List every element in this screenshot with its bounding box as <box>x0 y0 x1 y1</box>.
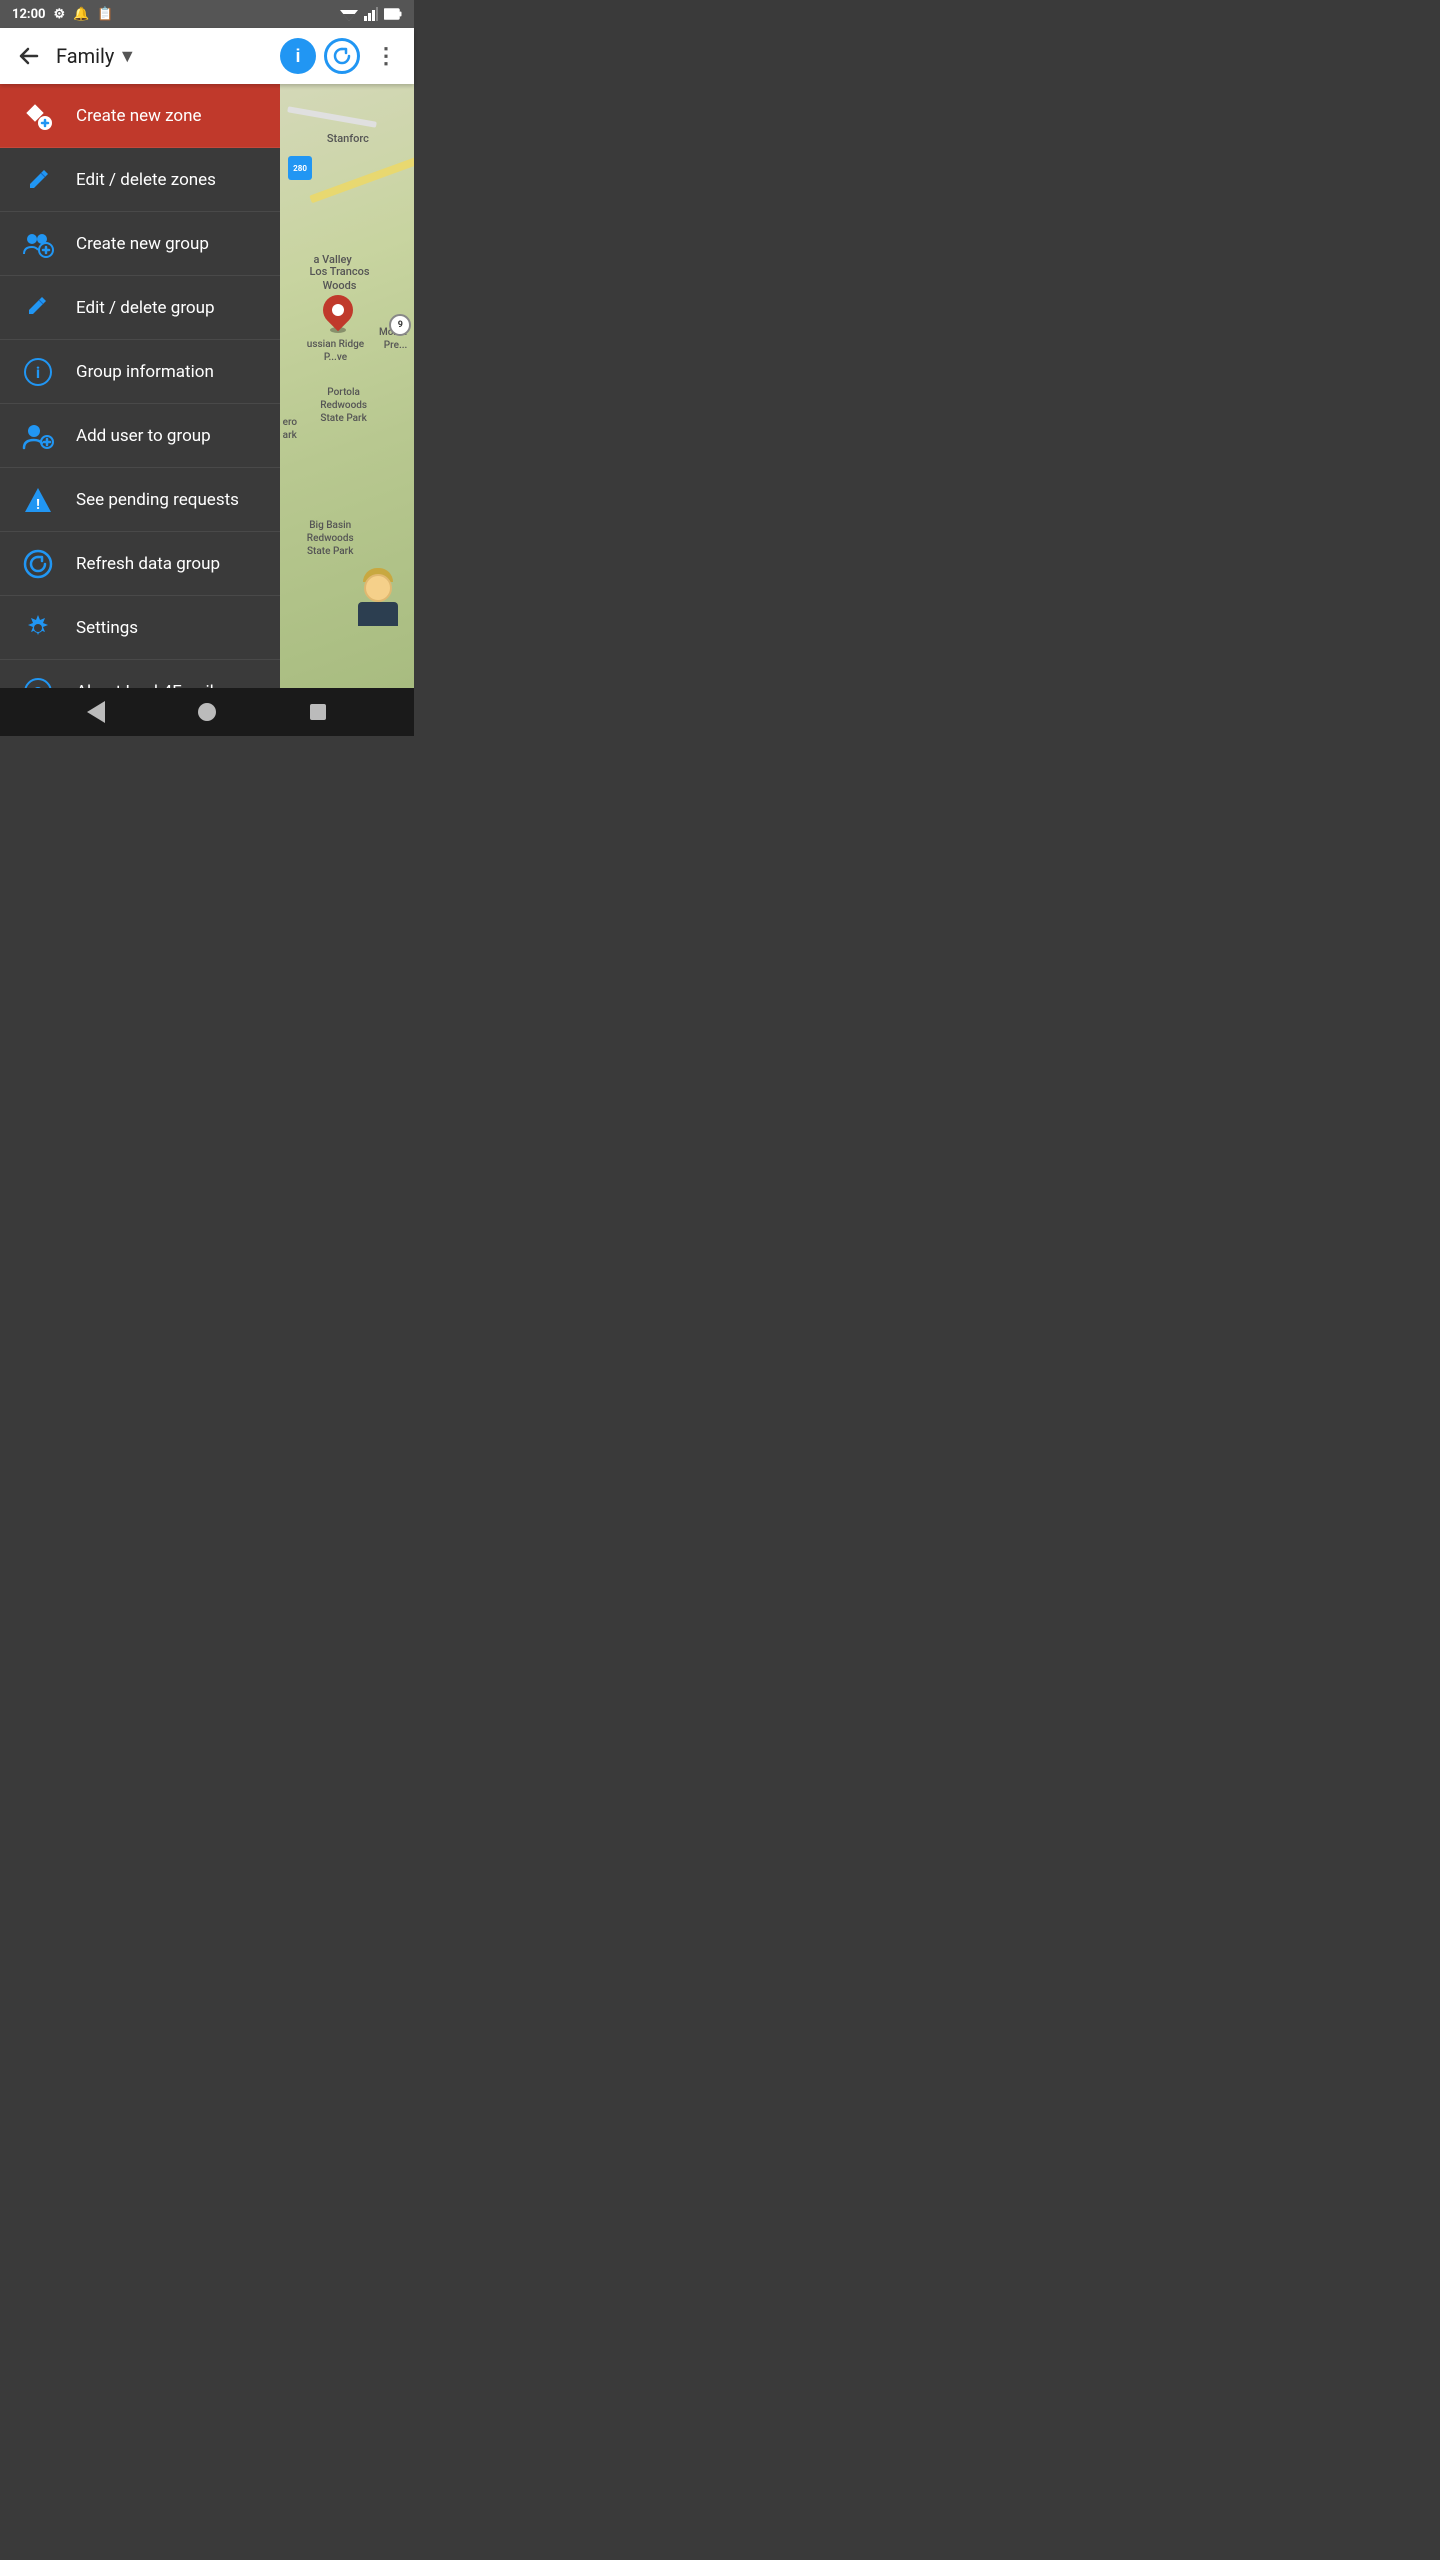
avatar-figure <box>353 568 403 628</box>
map-label-big-basin: Big BasinRedwoodsState Park <box>307 519 354 558</box>
nav-back-icon <box>87 701 105 723</box>
avatar-body <box>358 602 398 626</box>
clipboard-status-icon: 📋 <box>97 7 113 22</box>
map-label-russian-ridge: ussian RidgeP...ve <box>307 338 364 364</box>
refresh-menu-icon <box>20 549 56 579</box>
map-label-valley: a Valley <box>314 253 352 266</box>
pin-body <box>317 289 359 331</box>
warning-icon: ! <box>20 486 56 514</box>
user-add-icon <box>20 422 56 450</box>
drawer-menu: Create new zone Edit / delete zones <box>0 84 280 688</box>
menu-label-settings: Settings <box>76 618 138 638</box>
status-bar: 12:00 ⚙ 🔔 📋 <box>0 0 414 28</box>
avatar-head <box>364 574 392 602</box>
road-badge-9: 9 <box>389 314 411 336</box>
menu-item-settings[interactable]: Settings <box>0 596 280 660</box>
menu-label-edit-group: Edit / delete group <box>76 298 215 318</box>
nav-recents-icon <box>310 704 326 720</box>
menu-item-create-zone[interactable]: Create new zone <box>0 84 280 148</box>
menu-item-refresh[interactable]: Refresh data group <box>0 532 280 596</box>
app-bar: Family ▼ i ⋮ <box>0 28 414 84</box>
menu-label-create-group: Create new group <box>76 234 209 254</box>
nav-recents-button[interactable] <box>296 690 340 734</box>
nav-home-icon <box>198 703 216 721</box>
map-label-portola: PortolaRedwoodsState Park <box>320 386 367 425</box>
app-bar-title-area[interactable]: Family ▼ <box>56 44 270 68</box>
battery-icon <box>384 7 402 22</box>
map-label-stanford: Stanforc <box>327 132 369 145</box>
app-bar-actions: i ⋮ <box>278 36 406 76</box>
menu-label-about: About Look4Family <box>76 682 222 688</box>
bottom-nav <box>0 688 414 736</box>
content-area: Create new zone Edit / delete zones <box>0 84 414 688</box>
menu-item-add-user[interactable]: Add user to group <box>0 404 280 468</box>
pencil-group-icon <box>20 294 56 322</box>
highway-number: 280 <box>293 164 307 173</box>
menu-item-edit-group[interactable]: Edit / delete group <box>0 276 280 340</box>
info-button[interactable]: i <box>278 36 318 76</box>
group-add-icon <box>20 230 56 258</box>
svg-text:!: ! <box>36 497 40 513</box>
menu-label-refresh: Refresh data group <box>76 554 220 574</box>
wifi-icon <box>340 7 358 22</box>
highway-badge-280: 280 <box>288 156 312 180</box>
nav-back-button[interactable] <box>74 690 118 734</box>
menu-label-create-zone: Create new zone <box>76 106 202 126</box>
more-options-button[interactable]: ⋮ <box>366 36 406 76</box>
question-icon: ? <box>20 677 56 688</box>
group-title: Family <box>56 44 114 68</box>
menu-item-edit-zones[interactable]: Edit / delete zones <box>0 148 280 212</box>
menu-item-group-info[interactable]: i Group information <box>0 340 280 404</box>
status-time: 12:00 <box>12 7 46 22</box>
svg-text:?: ? <box>34 683 42 688</box>
pin-inner <box>332 304 344 316</box>
menu-label-group-info: Group information <box>76 362 214 382</box>
gear-icon <box>20 613 56 643</box>
back-button[interactable] <box>8 36 48 76</box>
menu-label-edit-zones: Edit / delete zones <box>76 170 216 190</box>
zone-add-icon <box>20 101 56 131</box>
more-options-icon: ⋮ <box>375 43 397 69</box>
menu-label-add-user: Add user to group <box>76 426 211 446</box>
info-circle-icon: i <box>280 38 316 74</box>
status-left: 12:00 ⚙ 🔔 📋 <box>12 7 114 22</box>
refresh-circle-icon <box>324 38 360 74</box>
refresh-button[interactable] <box>322 36 362 76</box>
nav-home-button[interactable] <box>185 690 229 734</box>
info-letter: i <box>295 46 300 67</box>
map-area[interactable]: 280 Stanforc a Valley Los TrancosWoods u… <box>280 84 414 688</box>
map-label-los-trancos: Los TrancosWoods <box>309 265 369 294</box>
status-right <box>340 7 402 22</box>
map-label-ero: eroark <box>283 416 297 442</box>
settings-status-icon: ⚙ <box>54 7 66 22</box>
dropdown-arrow-icon: ▼ <box>118 46 136 67</box>
signal-icon <box>364 7 378 22</box>
notification-status-icon: 🔔 <box>73 7 89 22</box>
menu-item-create-group[interactable]: Create new group <box>0 212 280 276</box>
map-pin <box>323 295 353 333</box>
menu-item-pending[interactable]: ! See pending requests <box>0 468 280 532</box>
menu-label-pending: See pending requests <box>76 490 239 510</box>
svg-text:i: i <box>36 363 40 382</box>
menu-item-about[interactable]: ? About Look4Family <box>0 660 280 688</box>
info-icon: i <box>20 358 56 386</box>
pencil-icon <box>20 166 56 194</box>
